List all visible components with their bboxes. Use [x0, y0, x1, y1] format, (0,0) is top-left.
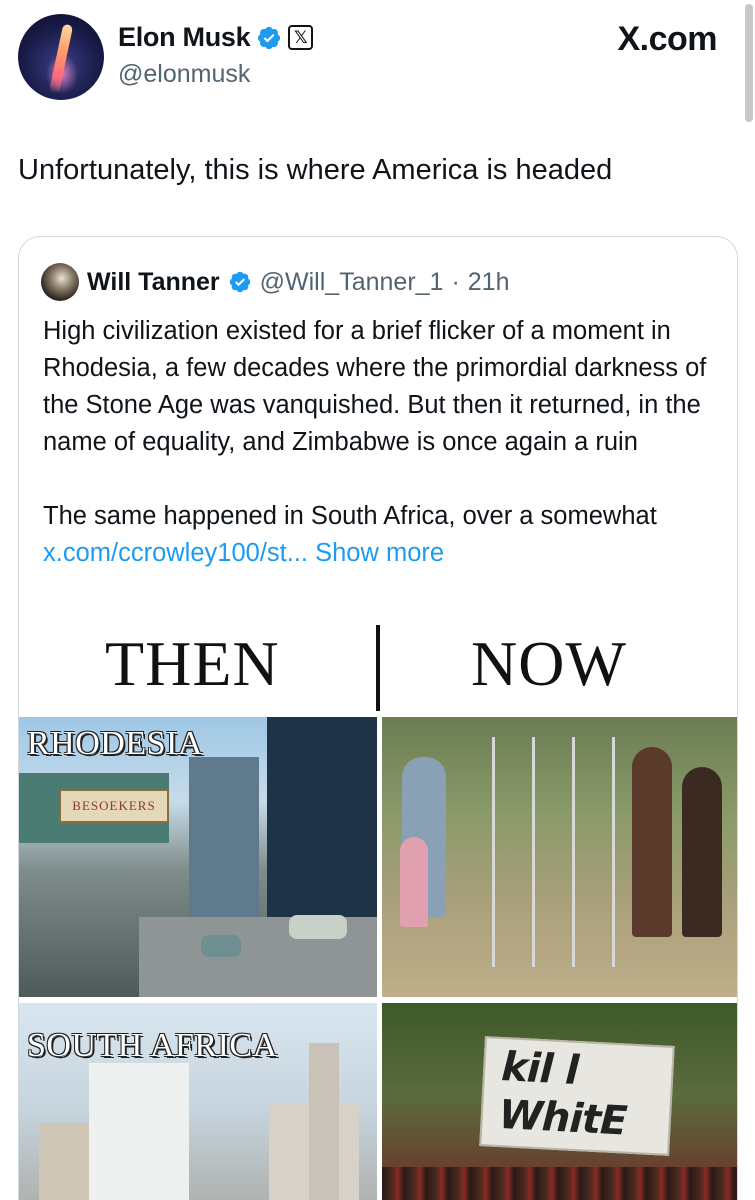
meme-divider — [376, 625, 380, 711]
panel-building — [267, 717, 377, 917]
meme-image[interactable]: THEN NOW BESOEKERS RHODESIA SOUTH AFRICA… — [19, 625, 737, 1200]
quoted-paragraph-1: High civilization existed for a brief fl… — [43, 317, 707, 456]
panel-south-africa-now: kil l WhitE — [382, 1003, 737, 1200]
panel-south-africa-then: SOUTH AFRICA — [19, 1003, 377, 1200]
panel-crowd — [382, 1167, 737, 1200]
shop-sign: BESOEKERS — [59, 789, 169, 823]
quoted-tweet-card[interactable]: Will Tanner @Will_Tanner_1 · 21h High ci… — [18, 236, 738, 1200]
show-more-link[interactable]: Show more — [315, 539, 444, 567]
panel-fence — [492, 737, 495, 967]
verified-badge-icon — [258, 26, 281, 49]
panel-figure — [682, 767, 722, 937]
protest-sign: kil l WhitE — [479, 1036, 675, 1156]
author-handle[interactable]: @elonmusk — [118, 60, 250, 89]
panel-fence — [572, 737, 575, 967]
panel-figure — [632, 747, 672, 937]
panel-building — [39, 1123, 89, 1200]
panel-building — [189, 757, 259, 917]
verified-badge-icon — [229, 271, 250, 293]
author-name-row: Elon Musk 𝕏 — [118, 22, 314, 53]
panel-car — [201, 935, 241, 957]
quoted-tweet-time[interactable]: 21h — [468, 268, 510, 297]
quoted-tweet-text: High civilization existed for a brief fl… — [43, 313, 723, 572]
quoted-author-avatar[interactable] — [41, 263, 79, 301]
quoted-paragraph-2: The same happened in South Africa, over … — [43, 498, 723, 572]
panel-fence — [532, 737, 535, 967]
panel-zimbabwe-now — [382, 717, 737, 997]
panel-rhodesia-then: BESOEKERS RHODESIA — [19, 717, 377, 997]
quoted-author-handle[interactable]: @Will_Tanner_1 — [260, 268, 444, 297]
author-name[interactable]: Elon Musk — [118, 22, 251, 53]
tweet-header: Elon Musk 𝕏 @elonmusk X.com — [0, 0, 755, 122]
meta-separator: · — [451, 267, 460, 296]
protest-sign-line-1: kil l — [500, 1044, 580, 1094]
quoted-link[interactable]: x.com/ccrowley100/st... — [43, 539, 308, 567]
panel-car — [289, 915, 347, 939]
site-watermark: X.com — [617, 20, 717, 58]
protest-sign-text: kil l WhitE — [498, 1043, 631, 1146]
rhodesia-label: RHODESIA — [27, 725, 203, 762]
panel-building — [89, 1063, 189, 1200]
panel-building — [309, 1043, 339, 1200]
meme-now-label: NOW — [471, 628, 627, 699]
x-logo-icon: 𝕏 — [288, 25, 314, 50]
south-africa-label: SOUTH AFRICA — [27, 1027, 278, 1064]
meme-header: THEN NOW — [19, 625, 737, 711]
scrollbar[interactable] — [745, 4, 753, 122]
quoted-tweet-header: Will Tanner @Will_Tanner_1 · 21h — [41, 263, 510, 301]
protest-sign-line-2: WhitE — [497, 1091, 628, 1145]
author-avatar[interactable] — [18, 14, 104, 100]
tweet-text: Unfortunately, this is where America is … — [18, 154, 613, 186]
panel-fence — [612, 737, 615, 967]
quoted-paragraph-2-text: The same happened in South Africa, over … — [43, 502, 657, 530]
quoted-author-name[interactable]: Will Tanner — [87, 268, 220, 297]
panel-figure — [400, 837, 428, 927]
meme-then-label: THEN — [105, 628, 280, 699]
